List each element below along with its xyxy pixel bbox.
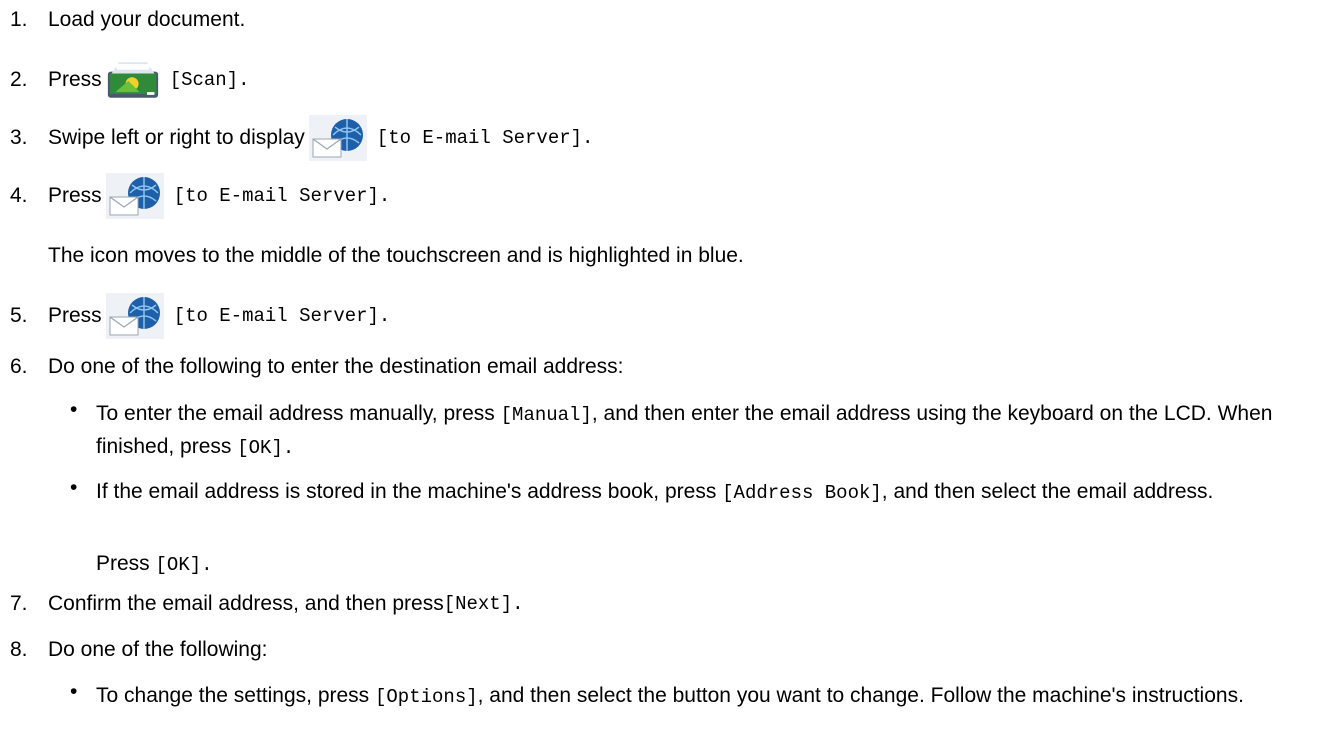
email-server-label: [to E-mail Server]: [173, 185, 379, 207]
step-4-note: The icon moves to the middle of the touc…: [48, 244, 744, 267]
step-text: Press: [48, 184, 102, 207]
step-number: 2.: [10, 68, 28, 91]
step-3: 3. Swipe left or right to display [to E-…: [10, 114, 1310, 162]
step-7: 7. Confirm the email address, and then p…: [10, 592, 524, 615]
address-book-button-label: [Address Book]: [722, 482, 882, 504]
step-number: 1.: [10, 8, 28, 31]
email-server-label: [to E-mail Server]: [376, 127, 583, 149]
scan-button-label: [Scan]: [169, 69, 239, 91]
step-number: 7.: [10, 592, 28, 615]
step-8: 8. Do one of the following:: [10, 638, 1310, 668]
email-server-label: [to E-mail Server]: [173, 305, 379, 327]
email-server-icon: [105, 173, 164, 219]
email-server-icon: [105, 293, 164, 339]
step-number: 3.: [10, 126, 28, 149]
step-6: 6. Do one of the following to enter the …: [10, 355, 1310, 385]
press-ok-line: Press [OK].: [96, 552, 213, 576]
step-text: Press: [48, 68, 102, 91]
step-text: Press: [48, 304, 102, 327]
step-2: 2. Press [Scan] .: [10, 56, 1310, 104]
ok-button-label: [OK]: [155, 554, 202, 576]
email-server-icon: [308, 115, 367, 161]
step-text: Confirm the email address, and then pres…: [48, 592, 444, 615]
step-text: Do one of the following:: [48, 638, 268, 661]
list-item: • To change the settings, press [Options…: [70, 680, 1244, 708]
step-number: 4.: [10, 184, 28, 207]
step-number: 5.: [10, 304, 28, 327]
ok-button-label: [OK]: [237, 437, 283, 459]
step-text: Swipe left or right to display: [48, 126, 305, 149]
step-5: 5. Press [to E-mail Server] .: [10, 292, 1310, 340]
step-1: 1. Load your document.: [10, 8, 1310, 38]
list-item: • To enter the email address manually, p…: [70, 398, 1273, 459]
step-text: Do one of the following to enter the des…: [48, 355, 624, 378]
step-number: 8.: [10, 638, 28, 661]
step-text: Load your document.: [48, 8, 246, 31]
step-number: 6.: [10, 355, 28, 378]
next-button-label: [Next]: [443, 593, 513, 615]
manual-button-label: [Manual]: [500, 404, 592, 426]
options-button-label: [Options]: [375, 686, 478, 708]
list-item: • If the email address is stored in the …: [70, 476, 1214, 504]
scan-icon: [107, 62, 158, 98]
step-4: 4. Press [to E-mail Server] .: [10, 172, 1310, 220]
